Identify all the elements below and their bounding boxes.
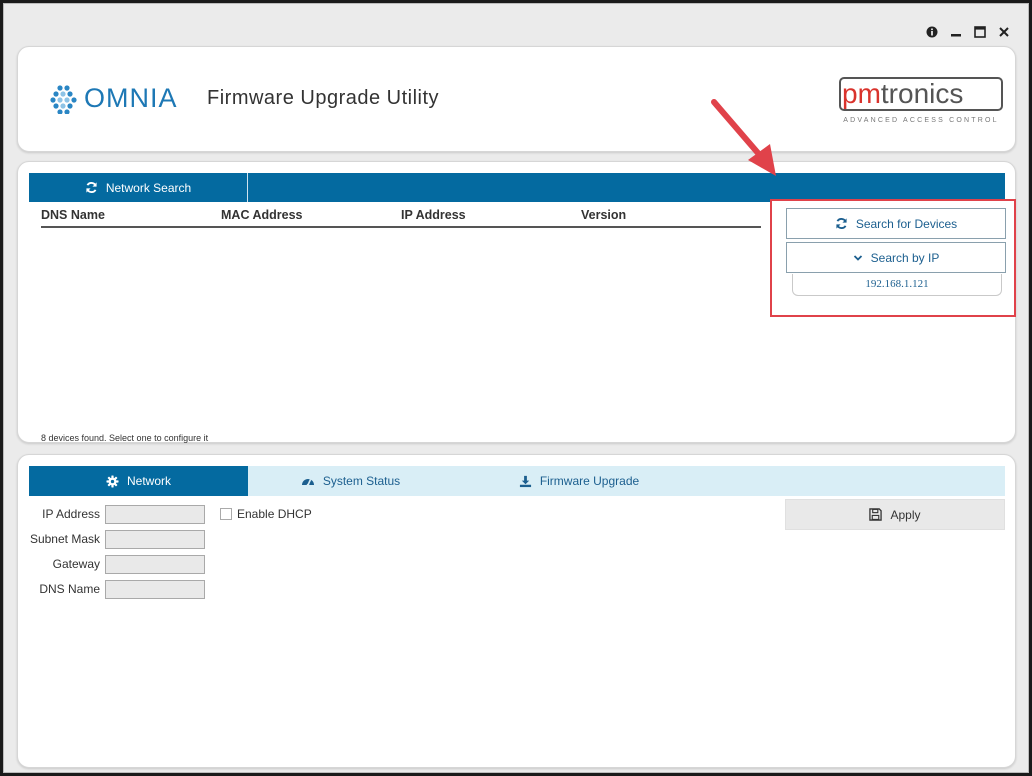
column-dns-name[interactable]: DNS Name [41, 208, 221, 226]
tab-system-status-label: System Status [322, 474, 401, 488]
subnet-mask-row: Subnet Mask [18, 529, 205, 549]
tab-system-status[interactable]: System Status [248, 466, 453, 496]
refresh-icon [86, 181, 97, 194]
enable-dhcp-label: Enable DHCP [237, 507, 312, 521]
search-panel-highlight: Search for Devices Search by IP 192.168.… [770, 199, 1016, 317]
tab-network-search-label: Network Search [105, 180, 192, 195]
gear-icon [106, 474, 119, 488]
column-mac-address[interactable]: MAC Address [221, 208, 401, 226]
ip-address-label: IP Address [42, 507, 100, 521]
refresh-icon [836, 217, 847, 230]
pmtronics-logo: pmtronics ADVANCED ACCESS CONTROL [839, 77, 1005, 127]
network-search-tabbar: Network Search [29, 173, 1005, 202]
download-icon [519, 475, 531, 487]
brand-tronics: tronics [880, 78, 964, 109]
dashboard-icon [301, 479, 314, 487]
omnia-logo: OMNIA [50, 83, 178, 114]
search-ip-input[interactable]: 192.168.1.121 [792, 274, 1002, 296]
omnia-logo-text: OMNIA [84, 83, 178, 113]
column-version[interactable]: Version [581, 208, 761, 226]
gateway-row: Gateway [18, 554, 205, 574]
subnet-mask-input[interactable] [105, 529, 205, 549]
pmtronics-wordmark: pmtronics [842, 77, 963, 111]
gateway-input[interactable] [105, 554, 205, 574]
omnia-hex-icon [50, 84, 77, 114]
config-tabbar: Network System Status Firmware Upgrade [29, 466, 1005, 496]
enable-dhcp-option: Enable DHCP [220, 507, 312, 521]
enable-dhcp-checkbox[interactable] [220, 508, 232, 520]
ip-address-input[interactable] [105, 504, 205, 524]
search-by-ip-button[interactable]: Search by IP [786, 242, 1006, 273]
save-icon [869, 508, 883, 521]
maximize-icon[interactable] [968, 22, 992, 42]
apply-label: Apply [890, 507, 921, 522]
app-window: OMNIA Firmware Upgrade Utility pmtronics… [3, 3, 1029, 773]
close-icon[interactable] [992, 22, 1016, 42]
dns-name-label: DNS Name [39, 582, 100, 596]
tab-network-search[interactable]: Network Search [29, 173, 248, 202]
search-by-ip-label: Search by IP [870, 250, 940, 265]
brand-tagline: ADVANCED ACCESS CONTROL [843, 117, 999, 124]
tab-firmware-upgrade-label: Firmware Upgrade [539, 474, 640, 488]
tab-network-label: Network [126, 474, 171, 488]
info-icon[interactable] [920, 22, 944, 42]
subnet-mask-label: Subnet Mask [29, 532, 100, 546]
device-config-card: Network System Status Firmware Upgrade I… [17, 454, 1016, 768]
ip-address-row: IP Address [18, 504, 205, 524]
dns-name-input[interactable] [105, 579, 205, 599]
brand-pm: pm [842, 78, 881, 109]
window-controls [920, 22, 1016, 42]
dns-name-row: DNS Name [18, 579, 205, 599]
chevron-down-icon [853, 254, 862, 261]
header-card: OMNIA Firmware Upgrade Utility pmtronics… [17, 46, 1016, 152]
search-for-devices-button[interactable]: Search for Devices [786, 208, 1006, 239]
device-count-status: 8 devices found. Select one to configure… [41, 433, 209, 443]
tab-firmware-upgrade[interactable]: Firmware Upgrade [453, 466, 705, 496]
search-for-devices-label: Search for Devices [855, 216, 958, 231]
app-title: Firmware Upgrade Utility [207, 87, 440, 109]
network-search-card: Network Search DNS Name MAC Address IP A… [17, 161, 1016, 443]
column-ip-address[interactable]: IP Address [401, 208, 581, 226]
minimize-icon[interactable] [944, 22, 968, 42]
apply-button[interactable]: Apply [785, 499, 1005, 530]
device-table-header: DNS Name MAC Address IP Address Version [41, 208, 761, 228]
gateway-label: Gateway [52, 557, 100, 571]
tab-network[interactable]: Network [29, 466, 248, 496]
